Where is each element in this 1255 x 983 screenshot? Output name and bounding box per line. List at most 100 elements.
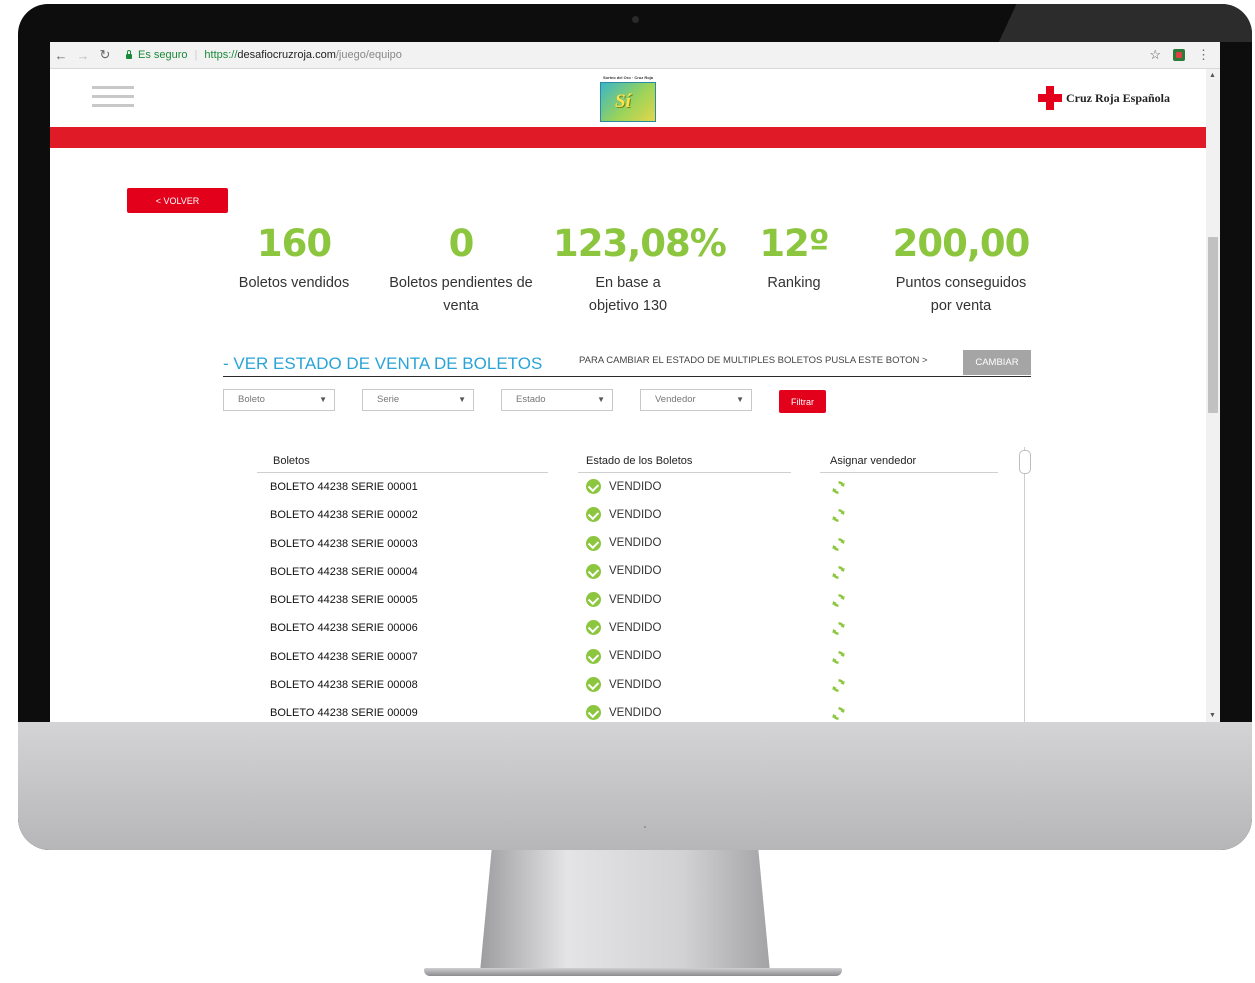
browser-screen: ← → ↻ Es seguro | https://desafiocruzroj… bbox=[50, 42, 1220, 722]
estado-label: VENDIDO bbox=[609, 678, 662, 691]
estado-cell: VENDIDO bbox=[586, 592, 662, 608]
refresh-icon[interactable] bbox=[831, 565, 846, 580]
brand-text: Cruz Roja Española bbox=[1066, 90, 1171, 105]
estado-label: VENDIDO bbox=[609, 565, 662, 578]
url-host: desafiocruzroja.com bbox=[237, 49, 336, 61]
table-scroll-thumb[interactable] bbox=[1019, 450, 1031, 474]
estado-label: VENDIDO bbox=[609, 480, 662, 493]
boleto-cell: BOLETO 44238 SERIE 00008 bbox=[270, 679, 418, 692]
boleto-cell: BOLETO 44238 SERIE 00006 bbox=[270, 622, 418, 635]
volver-button[interactable]: < VOLVER bbox=[127, 188, 228, 213]
bookmark-star-icon[interactable]: ☆ bbox=[1149, 47, 1161, 63]
site-logo[interactable]: Sorteo del Oro · Cruz Roja Sí bbox=[599, 74, 657, 124]
refresh-icon[interactable] bbox=[831, 593, 846, 608]
filter-estado-select[interactable]: Estado ▼ bbox=[501, 389, 613, 411]
refresh-icon[interactable] bbox=[831, 480, 846, 495]
check-circle-icon bbox=[586, 648, 601, 664]
boleto-cell: BOLETO 44238 SERIE 00005 bbox=[270, 594, 418, 607]
column-header-estado: Estado de los Boletos bbox=[586, 455, 693, 467]
boleto-cell: BOLETO 44238 SERIE 00007 bbox=[270, 650, 418, 663]
estado-cell: VENDIDO bbox=[586, 479, 661, 494]
refresh-icon[interactable] bbox=[831, 706, 846, 721]
estado-cell: VENDIDO bbox=[586, 535, 662, 551]
table-row: BOLETO 44238 SERIE 00007 VENDIDO bbox=[50, 647, 1050, 675]
address-bar[interactable]: https://desafiocruzroja.com/juego/equipo bbox=[204, 49, 402, 61]
refresh-icon[interactable] bbox=[831, 678, 846, 693]
hamburger-menu-icon[interactable] bbox=[92, 86, 134, 108]
back-arrow-icon[interactable]: ← bbox=[50, 48, 72, 63]
reload-icon[interactable]: ↻ bbox=[94, 47, 116, 63]
cambiar-button[interactable]: CAMBIAR bbox=[963, 350, 1031, 375]
monitor-chin bbox=[18, 722, 1252, 850]
table-scroll-track[interactable] bbox=[1024, 447, 1025, 722]
section-divider bbox=[223, 376, 1031, 377]
extension-icon[interactable] bbox=[1173, 49, 1185, 61]
lock-icon bbox=[126, 50, 132, 59]
url-separator: | bbox=[194, 49, 198, 61]
logo-card: Sí bbox=[600, 82, 656, 122]
stat-label: Boletos pendientes de venta bbox=[389, 275, 533, 314]
stat-boletos-vendidos: 160 Boletos vendidos bbox=[224, 222, 364, 295]
chevron-down-icon: ▼ bbox=[319, 395, 327, 404]
monitor-stand-base bbox=[424, 968, 842, 976]
filter-estado-value: Estado bbox=[516, 394, 546, 405]
filter-vendedor-select[interactable]: Vendedor ▼ bbox=[640, 389, 752, 411]
logo-card-text: Sí bbox=[615, 91, 631, 112]
check-circle-icon bbox=[586, 479, 601, 494]
estado-label: VENDIDO bbox=[609, 706, 662, 719]
secure-label: Es seguro bbox=[138, 49, 188, 61]
table-row: BOLETO 44238 SERIE 00009 VENDIDO bbox=[50, 703, 1050, 722]
estado-cell: VENDIDO bbox=[586, 648, 662, 664]
logo-top-text: Sorteo del Oro · Cruz Roja bbox=[602, 75, 653, 80]
check-circle-icon bbox=[586, 620, 601, 636]
stat-value: 0 bbox=[448, 222, 475, 265]
filter-boleto-select[interactable]: Boleto ▼ bbox=[223, 389, 335, 411]
secure-indicator[interactable]: Es seguro bbox=[126, 49, 188, 61]
table-row: BOLETO 44238 SERIE 00002 VENDIDO bbox=[50, 505, 1050, 533]
scroll-up-icon[interactable]: ▲ bbox=[1209, 72, 1216, 79]
filter-boleto-value: Boleto bbox=[238, 394, 265, 405]
boleto-cell: BOLETO 44238 SERIE 00009 bbox=[270, 707, 418, 720]
scroll-down-icon[interactable]: ▼ bbox=[1209, 712, 1216, 719]
site-header: Sorteo del Oro · Cruz Roja Sí Cruz Roja … bbox=[50, 69, 1206, 127]
tickets-table-body: BOLETO 44238 SERIE 00001 VENDIDO BOLETO 44… bbox=[50, 477, 1050, 722]
menu-dots-icon[interactable]: ⋮ bbox=[1197, 47, 1210, 63]
filter-serie-value: Serie bbox=[377, 394, 400, 405]
refresh-icon[interactable] bbox=[831, 508, 846, 523]
stat-value: 200,00 bbox=[892, 222, 1031, 265]
table-row: BOLETO 44238 SERIE 00005 VENDIDO bbox=[50, 590, 1050, 618]
estado-label: VENDIDO bbox=[609, 508, 662, 521]
header-underline bbox=[257, 472, 548, 473]
url-path: /juego/equipo bbox=[335, 49, 402, 61]
boleto-cell: BOLETO 44238 SERIE 00004 bbox=[270, 565, 418, 578]
chevron-down-icon: ▼ bbox=[597, 395, 605, 404]
stat-ranking: 12º Ranking bbox=[744, 222, 844, 295]
table-row: BOLETO 44238 SERIE 00004 VENDIDO bbox=[50, 562, 1050, 590]
cruz-roja-brand[interactable]: Cruz Roja Española bbox=[1038, 86, 1170, 110]
section-title[interactable]: - VER ESTADO DE VENTA DE BOLETOS bbox=[223, 354, 542, 374]
check-circle-icon bbox=[586, 507, 601, 523]
page-scroll-thumb[interactable] bbox=[1208, 237, 1218, 413]
page-scrollbar[interactable]: ▲ ▼ bbox=[1206, 69, 1220, 722]
monitor-gloss bbox=[982, 4, 1252, 42]
filtrar-button[interactable]: Filtrar bbox=[779, 390, 826, 413]
estado-label: VENDIDO bbox=[609, 537, 662, 550]
boleto-cell: BOLETO 44238 SERIE 00002 bbox=[270, 509, 418, 522]
estado-label: VENDIDO bbox=[609, 650, 662, 663]
refresh-icon[interactable] bbox=[831, 650, 846, 665]
estado-label: VENDIDO bbox=[609, 621, 662, 634]
refresh-icon[interactable] bbox=[831, 537, 846, 552]
forward-arrow-icon[interactable]: → bbox=[72, 48, 94, 63]
check-circle-icon bbox=[586, 535, 601, 551]
estado-cell: VENDIDO bbox=[586, 620, 662, 636]
estado-cell: VENDIDO bbox=[586, 677, 662, 693]
check-circle-icon bbox=[586, 592, 601, 608]
url-protocol: https:// bbox=[204, 49, 238, 61]
refresh-icon[interactable] bbox=[831, 621, 846, 636]
stat-puntos: 200,00 Puntos conseguidos por venta bbox=[886, 222, 1036, 318]
column-header-boletos: Boletos bbox=[273, 455, 310, 467]
stat-value: 12º bbox=[759, 222, 829, 265]
estado-label: VENDIDO bbox=[609, 593, 662, 606]
header-underline bbox=[578, 472, 791, 473]
filter-serie-select[interactable]: Serie ▼ bbox=[362, 389, 474, 411]
